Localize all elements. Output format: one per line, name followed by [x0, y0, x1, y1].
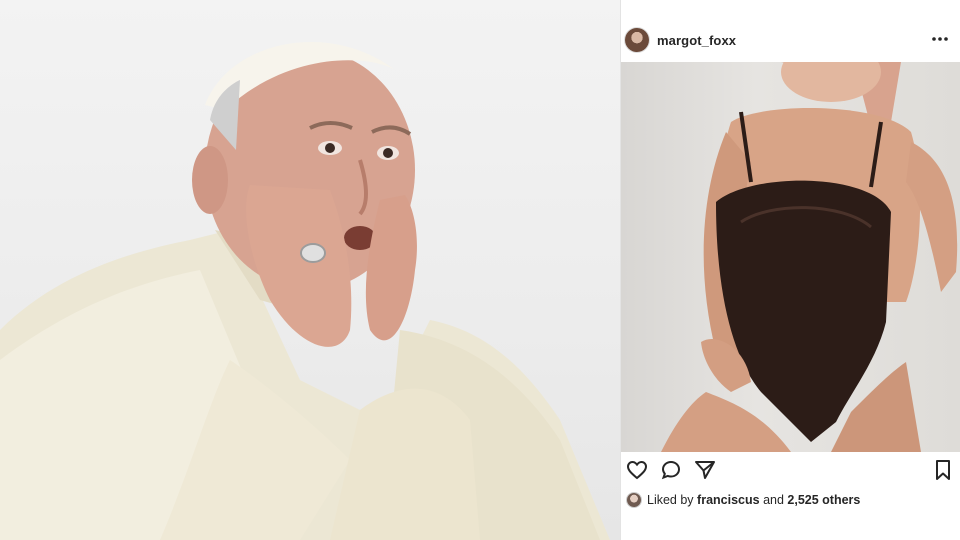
likes-conjunction: and — [763, 493, 784, 507]
likes-others-count[interactable]: 2,525 others — [787, 493, 860, 507]
likes-text: Liked by franciscus and 2,525 others — [647, 493, 860, 507]
post-actions — [621, 456, 960, 484]
likes-summary: Liked by franciscus and 2,525 others — [627, 490, 957, 510]
post-username[interactable]: margot_foxx — [657, 33, 736, 48]
post-image[interactable] — [621, 62, 960, 452]
left-photo — [0, 0, 620, 540]
bookmark-icon[interactable] — [931, 458, 955, 482]
liker-avatar — [627, 493, 641, 507]
post-photo-illustration — [661, 62, 958, 452]
more-horizontal-icon[interactable] — [929, 28, 951, 50]
heart-icon[interactable] — [625, 458, 649, 482]
surprised-man-photo — [0, 41, 610, 540]
post-header: margot_foxx — [621, 22, 960, 60]
instagram-post: margot_foxx Liked by franciscus and 2,52… — [620, 0, 960, 540]
user-avatar[interactable] — [625, 28, 649, 52]
likes-prefix: Liked by — [647, 493, 694, 507]
liker-username[interactable]: franciscus — [697, 493, 760, 507]
send-icon[interactable] — [693, 458, 717, 482]
comment-icon[interactable] — [659, 458, 683, 482]
